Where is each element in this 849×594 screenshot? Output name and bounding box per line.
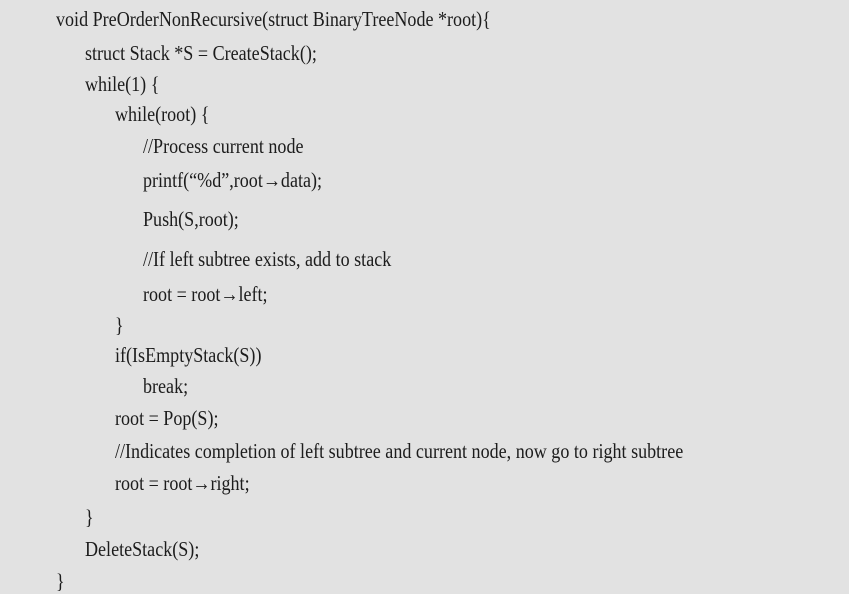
- code-line-break: break;: [143, 374, 189, 398]
- code-line-comment-left: //If left subtree exists, add to stack: [143, 247, 392, 271]
- code-line-delete-stack: DeleteStack(S);: [85, 537, 200, 561]
- code-line-comment-right: //Indicates completion of left subtree a…: [115, 439, 684, 463]
- code-line-inner-while: while(root) {: [115, 102, 210, 126]
- code-line-if-empty: if(IsEmptyStack(S)): [115, 343, 262, 367]
- code-line-printf: printf(“%d”,root→data);: [143, 168, 323, 192]
- code-line-function-signature: void PreOrderNonRecursive(struct BinaryT…: [56, 7, 491, 31]
- code-line-comment-process: //Process current node: [143, 134, 304, 158]
- code-line-push: Push(S,root);: [143, 207, 239, 231]
- code-line-create-stack: struct Stack *S = CreateStack();: [85, 41, 317, 65]
- code-line-outer-while: while(1) {: [85, 72, 160, 96]
- code-line-pop: root = Pop(S);: [115, 406, 219, 430]
- code-line-close-inner-while: }: [115, 313, 124, 337]
- code-line-root-right: root = root→right;: [115, 471, 250, 495]
- code-line-close-outer-while: }: [85, 505, 94, 529]
- code-line-root-left: root = root→left;: [143, 282, 268, 306]
- code-line-close-function: }: [56, 569, 65, 593]
- code-listing: void PreOrderNonRecursive(struct BinaryT…: [0, 0, 849, 594]
